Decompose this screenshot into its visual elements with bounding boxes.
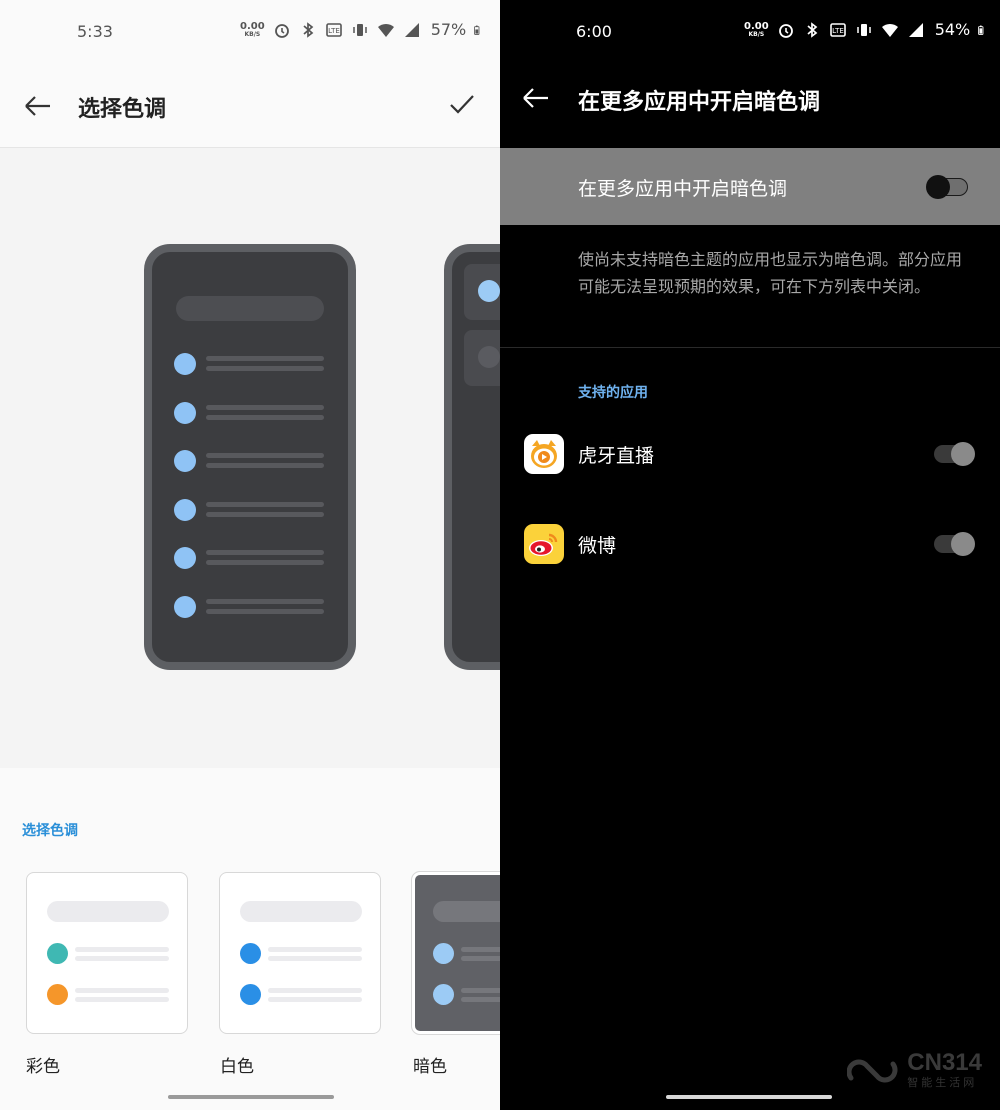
confirm-check-icon[interactable] xyxy=(446,88,478,120)
watermark: CN314 智能生活网 xyxy=(847,1051,982,1090)
status-time: 5:33 xyxy=(77,22,113,41)
home-indicator[interactable] xyxy=(168,1095,334,1099)
dark-mode-apps-screen: 6:00 0.00 KB/S LTE 54% 在更多应用中开启暗色调 在更多应用中… xyxy=(500,0,1000,1110)
app-dark-toggle[interactable] xyxy=(934,442,975,466)
app-name: 微博 xyxy=(578,535,617,557)
back-arrow-icon[interactable] xyxy=(520,82,552,114)
status-icons: 0.00 KB/S LTE 54% xyxy=(744,20,988,39)
battery-icon xyxy=(474,25,480,35)
preview-row xyxy=(174,401,334,425)
theme-label-dark[interactable]: 暗色 xyxy=(413,1052,447,1077)
theme-option-color[interactable] xyxy=(26,872,188,1034)
master-toggle-label: 在更多应用中开启暗色调 xyxy=(578,178,788,200)
phone-preview-dark xyxy=(144,244,356,670)
network-speed: 0.00 KB/S xyxy=(744,20,769,38)
volte-icon: LTE xyxy=(325,22,342,37)
battery-icon xyxy=(978,25,984,35)
network-speed: 0.00 KB/S xyxy=(240,20,265,38)
bluetooth-icon xyxy=(303,21,314,38)
svg-text:LTE: LTE xyxy=(328,27,340,35)
section-title: 选择色调 xyxy=(22,823,78,839)
theme-picker-screen: 5:33 0.00 KB/S LTE 57% 选择色调 选择色调 彩色 白色 暗… xyxy=(0,0,500,1110)
page-title: 选择色调 xyxy=(78,97,167,122)
status-bar: 5:33 0.00 KB/S LTE 57% xyxy=(0,0,500,64)
preview-row xyxy=(174,498,334,522)
weibo-icon xyxy=(524,524,564,564)
home-indicator[interactable] xyxy=(666,1095,832,1099)
preview-row xyxy=(174,449,334,473)
theme-preview-carousel[interactable] xyxy=(0,148,500,768)
watermark-logo-icon xyxy=(847,1059,898,1083)
wifi-icon xyxy=(377,23,394,37)
preview-row xyxy=(174,352,334,376)
master-dark-toggle[interactable] xyxy=(926,175,968,199)
phone-preview-next xyxy=(444,244,500,670)
description-text: 使尚未支持暗色主题的应用也显示为暗色调。部分应用可能无法呈现预期的效果，可在下方… xyxy=(578,250,963,296)
app-dark-toggle[interactable] xyxy=(934,532,975,556)
app-row-huya[interactable]: 虎牙直播 xyxy=(500,424,1000,484)
huya-icon xyxy=(524,434,564,474)
battery-percent: 57% xyxy=(430,20,467,39)
signal-icon xyxy=(404,22,419,37)
status-time: 6:00 xyxy=(576,22,612,41)
alarm-icon xyxy=(274,23,289,38)
back-arrow-icon[interactable] xyxy=(22,90,54,122)
preview-row xyxy=(174,595,334,619)
wifi-icon xyxy=(881,23,898,37)
theme-option-dark[interactable] xyxy=(411,871,500,1035)
volte-icon: LTE xyxy=(829,22,846,37)
bluetooth-icon xyxy=(807,21,818,38)
app-name: 虎牙直播 xyxy=(578,445,655,467)
app-bar: 选择色调 xyxy=(0,64,500,148)
theme-option-white[interactable] xyxy=(219,872,381,1034)
app-row-weibo[interactable]: 微博 xyxy=(500,514,1000,574)
status-icons: 0.00 KB/S LTE 57% xyxy=(240,20,484,39)
alarm-icon xyxy=(778,23,793,38)
theme-label-color[interactable]: 彩色 xyxy=(26,1052,60,1077)
divider xyxy=(500,347,1000,348)
page-title: 在更多应用中开启暗色调 xyxy=(578,90,821,115)
svg-text:LTE: LTE xyxy=(832,27,844,35)
preview-row xyxy=(174,546,334,570)
theme-label-white[interactable]: 白色 xyxy=(220,1052,254,1077)
supported-apps-heading: 支持的应用 xyxy=(578,385,648,401)
vibrate-icon xyxy=(856,23,871,36)
signal-icon xyxy=(908,22,923,37)
battery-percent: 54% xyxy=(934,20,971,39)
vibrate-icon xyxy=(352,23,367,36)
status-bar: 6:00 0.00 KB/S LTE 54% xyxy=(500,0,1000,64)
master-dark-toggle-row[interactable]: 在更多应用中开启暗色调 xyxy=(500,148,1000,225)
preview-search-bar xyxy=(176,296,324,321)
